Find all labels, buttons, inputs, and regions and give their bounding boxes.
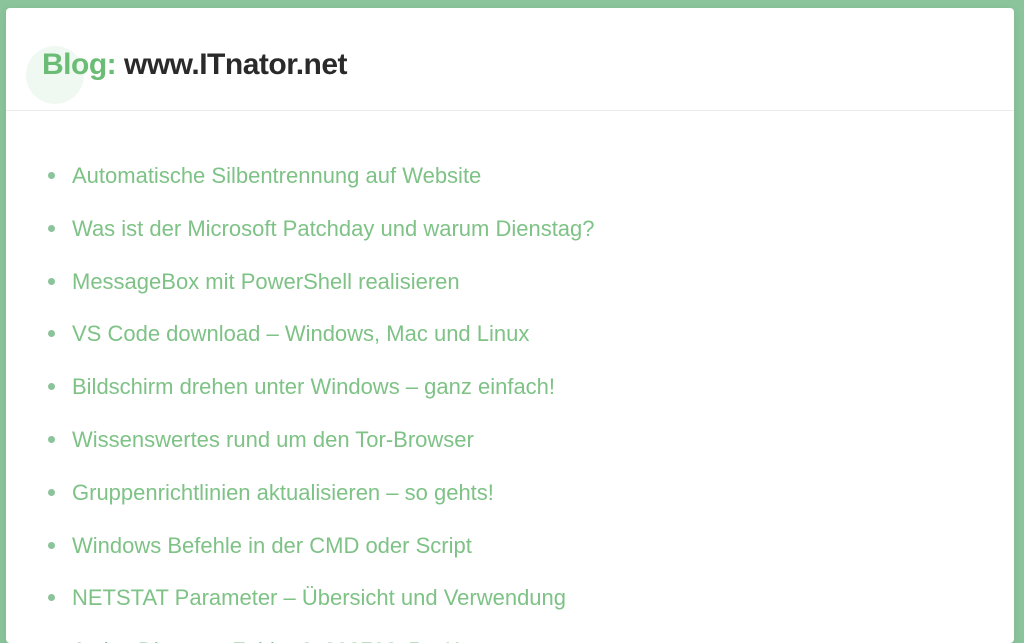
list-item: Bildschirm drehen unter Windows – ganz e… (42, 372, 978, 403)
blog-title-prefix: Blog: (42, 48, 116, 81)
blog-post-link[interactable]: NETSTAT Parameter – Übersicht und Verwen… (72, 585, 566, 610)
card-content: Automatische Silbentrennung auf Website … (6, 111, 1014, 643)
blog-title: Blog: www.ITnator.net (42, 48, 978, 82)
blog-post-link[interactable]: Automatische Silbentrennung auf Website (72, 163, 481, 188)
list-item: Windows Befehle in der CMD oder Script (42, 531, 978, 562)
blog-post-link[interactable]: Was ist der Microsoft Patchday und warum… (72, 216, 595, 241)
blog-card: Blog: www.ITnator.net Automatische Silbe… (6, 8, 1014, 643)
blog-post-link[interactable]: MessageBox mit PowerShell realisieren (72, 269, 460, 294)
blog-post-link[interactable]: VS Code download – Windows, Mac und Linu… (72, 321, 529, 346)
blog-title-text: www.ITnator.net (124, 48, 347, 81)
list-item: Was ist der Microsoft Patchday und warum… (42, 214, 978, 245)
blog-post-link[interactable]: Wissenswertes rund um den Tor-Browser (72, 427, 474, 452)
list-item: Active Directory Fehler 0x800708c5 – Ken… (42, 636, 978, 643)
list-item: Wissenswertes rund um den Tor-Browser (42, 425, 978, 456)
card-header: Blog: www.ITnator.net (6, 8, 1014, 110)
blog-post-link[interactable]: Gruppenrichtlinien aktualisieren – so ge… (72, 480, 494, 505)
list-item: Automatische Silbentrennung auf Website (42, 161, 978, 192)
list-item: NETSTAT Parameter – Übersicht und Verwen… (42, 583, 978, 614)
blog-post-link[interactable]: Active Directory Fehler 0x800708c5 – Ken… (72, 638, 538, 643)
blog-post-list: Automatische Silbentrennung auf Website … (42, 161, 978, 643)
list-item: MessageBox mit PowerShell realisieren (42, 267, 978, 298)
blog-post-link[interactable]: Bildschirm drehen unter Windows – ganz e… (72, 374, 555, 399)
list-item: VS Code download – Windows, Mac und Linu… (42, 319, 978, 350)
blog-post-link[interactable]: Windows Befehle in der CMD oder Script (72, 533, 472, 558)
list-item: Gruppenrichtlinien aktualisieren – so ge… (42, 478, 978, 509)
